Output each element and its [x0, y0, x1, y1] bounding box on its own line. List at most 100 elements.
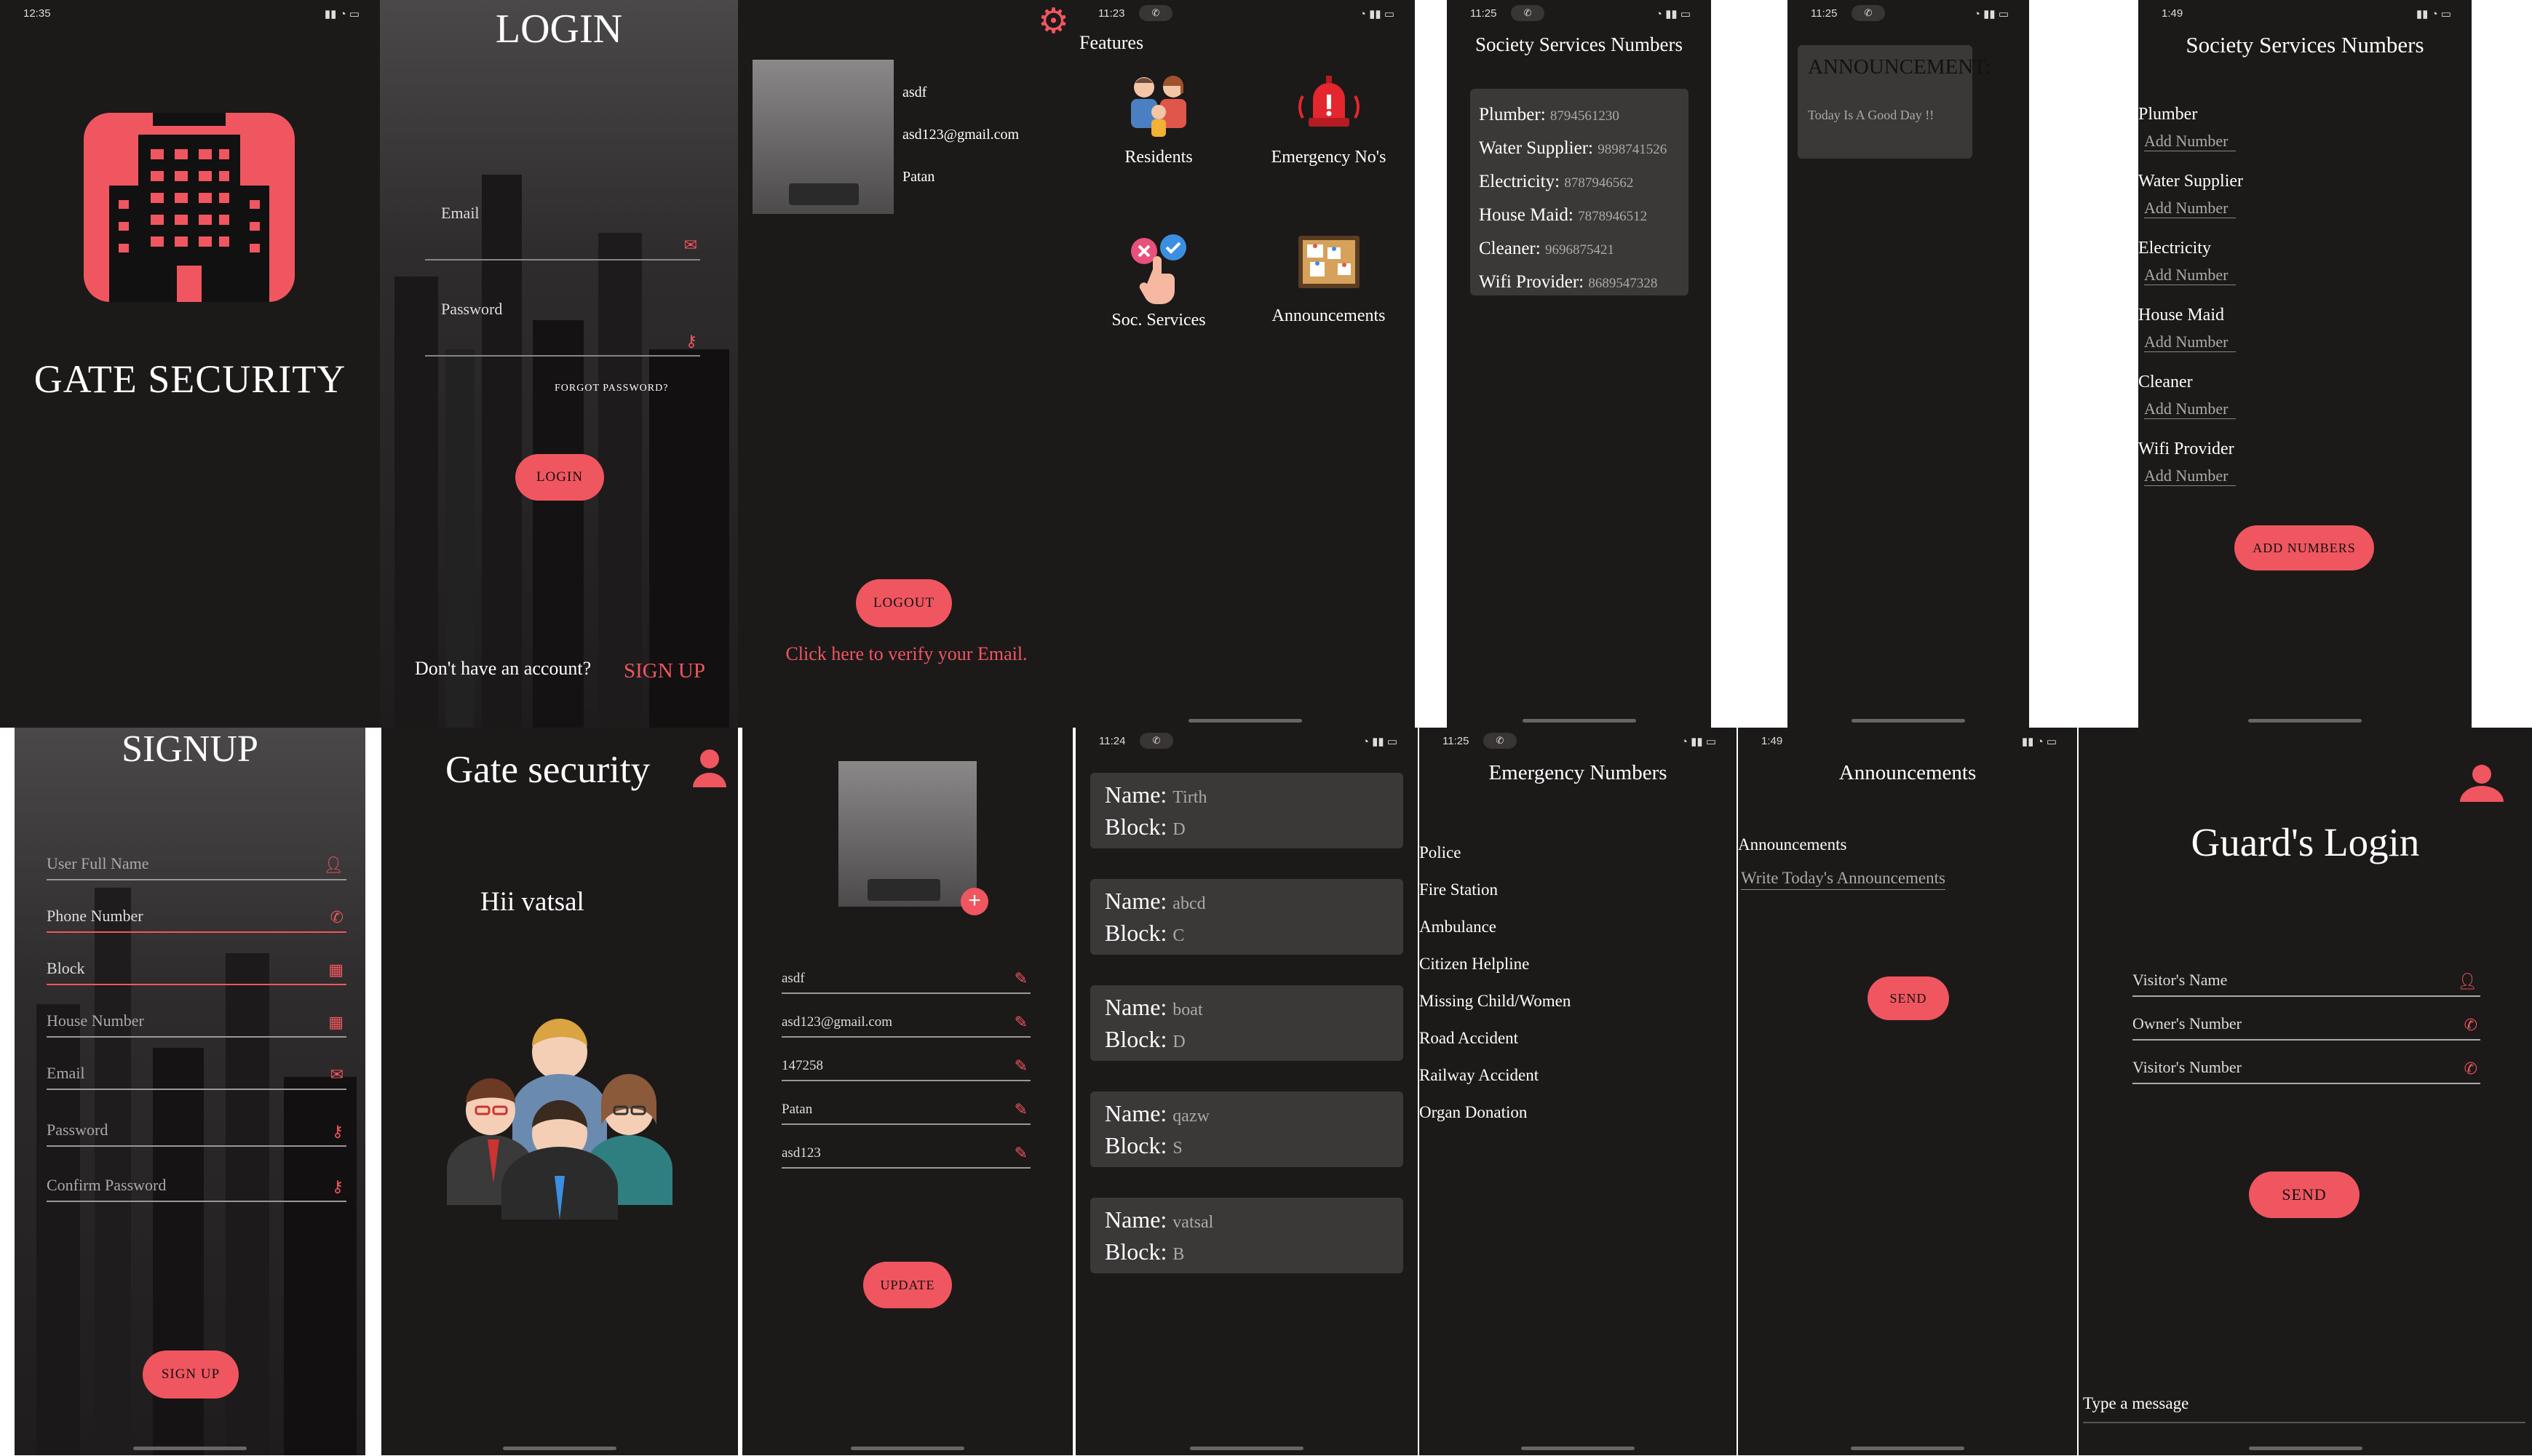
home-screen: Gate security Hii vatsal	[381, 728, 738, 1455]
house-number-field[interactable]: House Number ▦	[47, 1003, 346, 1038]
password-field[interactable]: Password ⚷	[425, 291, 700, 357]
send-button[interactable]: SEND	[1868, 976, 1949, 1020]
services-card: Plumber: 8794561230 Water Supplier: 9898…	[1470, 89, 1688, 295]
no-account-text: Don't have an account?	[415, 658, 592, 679]
resident-card[interactable]: Name: Tirth Block: D	[1090, 773, 1403, 848]
signup-button[interactable]: SIGN UP	[143, 1350, 239, 1399]
edit-email-field[interactable]: asd123@gmail.com ✎	[782, 1009, 1031, 1038]
guard-title: Guard's Login	[2191, 820, 2420, 864]
residents-tile[interactable]: Residents	[1075, 67, 1242, 198]
profile-photo	[753, 60, 894, 214]
visitor-name-field[interactable]: Visitor's Name 👤︎	[2132, 965, 2480, 997]
key-icon: ⚷	[331, 1177, 344, 1196]
phone-field[interactable]: Phone Number ✆	[47, 898, 346, 933]
guard-send-button[interactable]: SEND	[2249, 1171, 2360, 1218]
password-field[interactable]: Password ⚷	[47, 1112, 346, 1147]
service-edit-row: House Maid Add Number	[2138, 306, 2472, 373]
service-row: Cleaner: 9696875421	[1479, 239, 1614, 258]
service-edit-row: Wifi Provider Add Number	[2138, 439, 2472, 506]
emergency-item-road[interactable]: Road Accident	[1419, 1019, 1571, 1057]
resident-card[interactable]: Name: abcd Block: C	[1090, 879, 1403, 955]
emergency-tile[interactable]: Emergency No's	[1242, 67, 1415, 198]
user-icon[interactable]	[691, 748, 728, 787]
key-icon: ⚷	[331, 1122, 344, 1140]
status-bar: 12:35 ▮▮ ◔ ▭	[23, 7, 360, 20]
emergency-item-organ[interactable]: Organ Donation	[1419, 1094, 1571, 1131]
home-indicator	[2248, 719, 2362, 723]
verify-email-link[interactable]: Click here to verify your Email.	[738, 643, 1075, 665]
add-number-input[interactable]: Add Number	[2144, 333, 2236, 352]
edit-name-field[interactable]: asdf ✎	[782, 965, 1031, 994]
resident-card[interactable]: Name: qazw Block: S	[1090, 1091, 1403, 1167]
call-icon: ✆	[1511, 5, 1544, 21]
edit-city-field[interactable]: Patan ✎	[782, 1096, 1031, 1125]
call-icon: ✆	[1139, 5, 1172, 21]
emergency-item-railway[interactable]: Railway Accident	[1419, 1057, 1571, 1094]
add-number-input[interactable]: Add Number	[2144, 466, 2236, 486]
emergency-screen: 11:25 ✆ ◔ ▮▮ ▭ Emergency Numbers Police Fi…	[1419, 728, 1737, 1455]
pencil-icon[interactable]: ✎	[1015, 1013, 1028, 1032]
full-name-field[interactable]: User Full Name 👤︎	[47, 846, 346, 880]
services-edit-screen: 1:49 ▮▮ ◔ ▭ Society Services Numbers Plum…	[2138, 0, 2472, 728]
pencil-icon[interactable]: ✎	[1015, 969, 1028, 988]
family-icon	[1131, 76, 1186, 137]
home-indicator	[2248, 1447, 2362, 1450]
emergency-list: Police Fire Station Ambulance Citizen He…	[1419, 834, 1571, 1131]
home-title: Gate security	[445, 749, 651, 791]
add-numbers-button[interactable]: ADD NUMBERS	[2234, 525, 2374, 570]
add-photo-icon[interactable]: +	[961, 888, 988, 915]
call-icon: ✆	[1483, 733, 1517, 749]
announcement-heading: ANNOUNCEMENT:	[1808, 55, 1991, 79]
emergency-item-ambulance[interactable]: Ambulance	[1419, 908, 1571, 945]
home-indicator	[1190, 1447, 1303, 1450]
visitor-number-field[interactable]: Visitor's Number ✆	[2132, 1052, 2480, 1084]
gear-icon[interactable]: ⚙	[1038, 4, 1069, 39]
city-background	[380, 0, 738, 728]
home-indicator	[503, 1447, 616, 1450]
update-button[interactable]: UPDATE	[863, 1262, 952, 1308]
user-icon[interactable]	[2458, 764, 2505, 802]
resident-card[interactable]: Name: vatsal Block: B	[1090, 1198, 1403, 1273]
services-view-title: Society Services Numbers	[1475, 33, 1683, 55]
block-field[interactable]: Block ▦	[47, 950, 346, 985]
edit-password-field[interactable]: asd123 ✎	[782, 1139, 1031, 1169]
pencil-icon[interactable]: ✎	[1015, 1100, 1028, 1119]
confirm-password-field[interactable]: Confirm Password ⚷	[47, 1167, 346, 1202]
building-small-icon: ▦	[328, 960, 344, 979]
pencil-icon[interactable]: ✎	[1015, 1057, 1028, 1075]
add-number-input[interactable]: Add Number	[2144, 399, 2236, 419]
services-tile[interactable]: Soc. Services	[1075, 226, 1242, 357]
owner-number-field[interactable]: Owner's Number ✆	[2132, 1009, 2480, 1041]
phone-icon: ✆	[2464, 1016, 2477, 1034]
edit-phone-field[interactable]: 147258 ✎	[782, 1052, 1031, 1081]
add-number-input[interactable]: Add Number	[2144, 132, 2236, 151]
pencil-icon[interactable]: ✎	[1015, 1144, 1028, 1163]
login-button[interactable]: LOGIN	[515, 454, 604, 501]
people-illustration	[447, 1019, 672, 1220]
logout-button[interactable]: LOGOUT	[856, 579, 952, 627]
announcements-tile[interactable]: Announcements	[1242, 226, 1415, 357]
announce-label: Announcements	[1738, 835, 1847, 854]
services-edit-list: Plumber Add Number Water Supplier Add Numb…	[2138, 105, 2472, 506]
emergency-item-missing[interactable]: Missing Child/Women	[1419, 982, 1571, 1019]
email-field[interactable]: Email ✉	[425, 196, 700, 260]
announcement-input[interactable]: Write Today's Announcements	[1741, 869, 1945, 890]
forgot-password-link[interactable]: FORGOT PASSWORD?	[555, 383, 668, 394]
resident-card[interactable]: Name: boat Block: D	[1090, 985, 1403, 1061]
call-icon: ✆	[1140, 733, 1173, 749]
home-indicator	[1521, 1447, 1635, 1450]
emergency-item-helpline[interactable]: Citizen Helpline	[1419, 945, 1571, 982]
emergency-item-police[interactable]: Police	[1419, 834, 1571, 871]
mail-icon: ✉	[330, 1065, 344, 1083]
add-number-input[interactable]: Add Number	[2144, 199, 2236, 218]
email-field[interactable]: Email ✉	[47, 1055, 346, 1090]
home-indicator	[133, 1447, 247, 1450]
mail-icon: ✉	[683, 236, 697, 254]
add-number-input[interactable]: Add Number	[2144, 266, 2236, 285]
signup-link[interactable]: SIGN UP	[624, 659, 705, 683]
emergency-item-fire[interactable]: Fire Station	[1419, 871, 1571, 908]
services-edit-title: Society Services Numbers	[2186, 32, 2424, 57]
service-row: Water Supplier: 9898741526	[1479, 138, 1667, 158]
message-input[interactable]: Type a message	[2083, 1394, 2525, 1423]
service-edit-row: Electricity Add Number	[2138, 239, 2472, 306]
